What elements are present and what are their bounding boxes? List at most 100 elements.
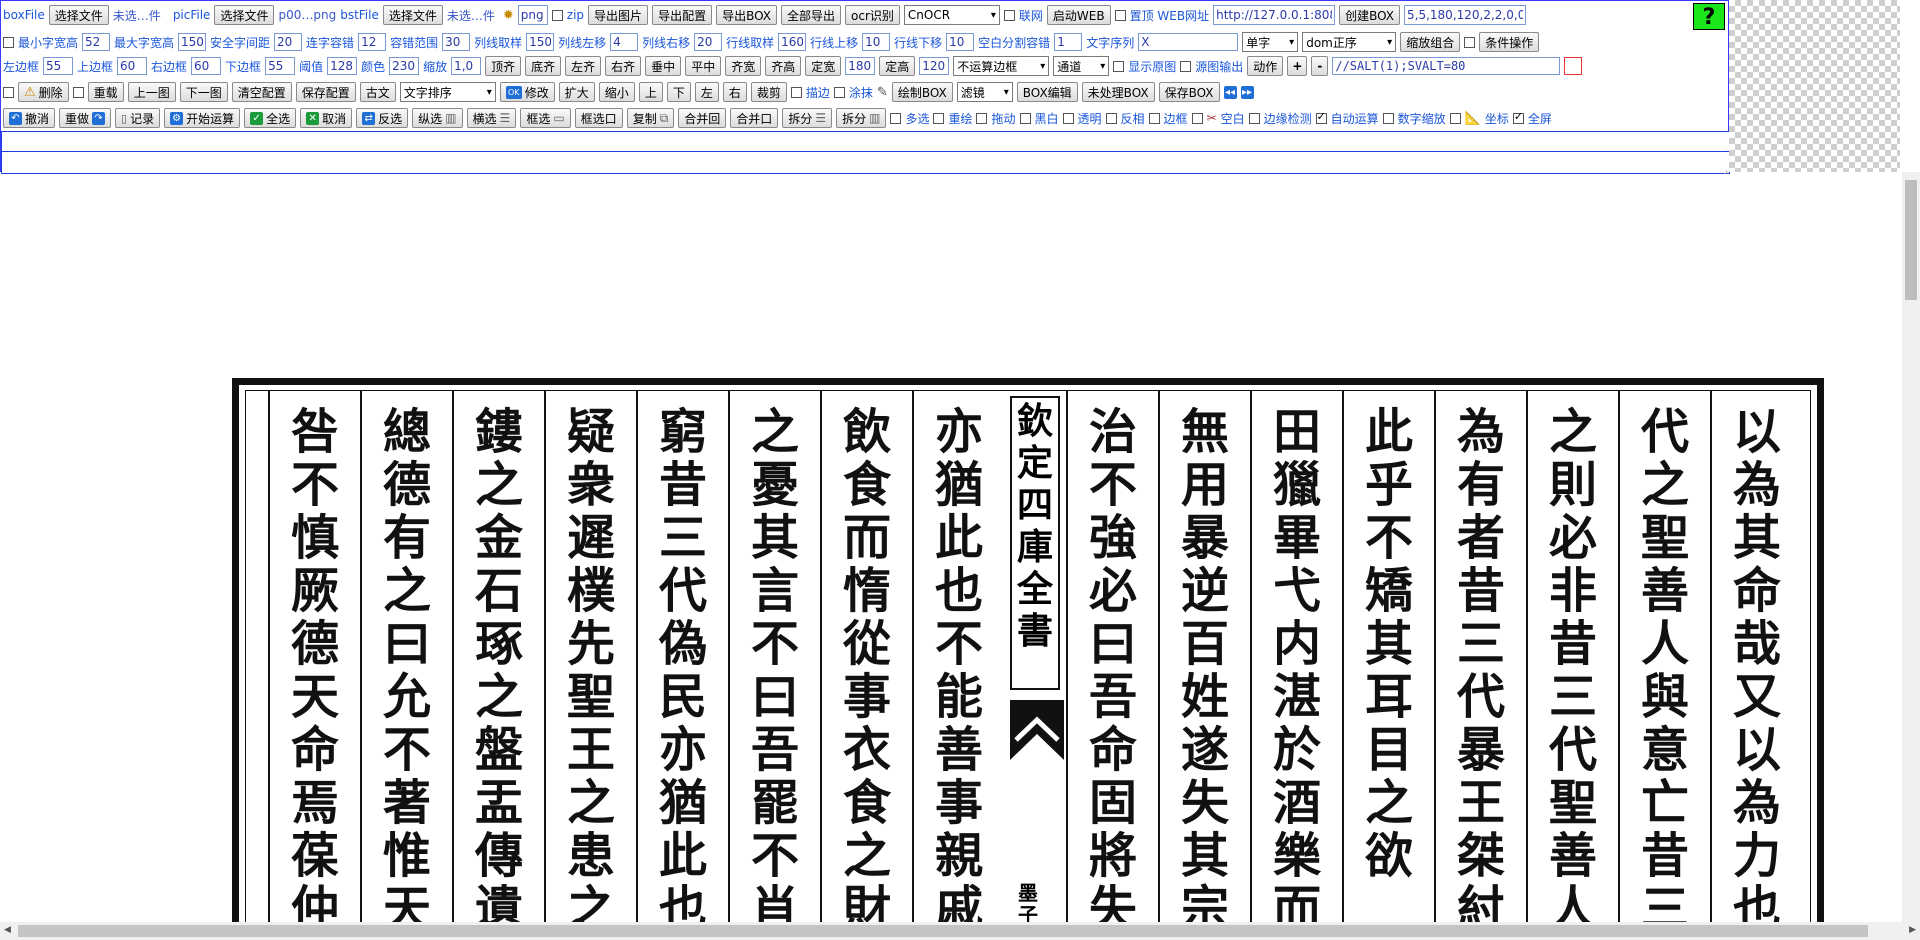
vertical-scroll-thumb[interactable] xyxy=(1905,180,1917,300)
undo-button[interactable]: ↶ 撤消 xyxy=(3,108,56,128)
clear-config-button[interactable]: 清空配置 xyxy=(231,82,292,102)
coords-checkbox[interactable] xyxy=(1449,112,1461,124)
bstfile-choose-button[interactable]: 选择文件 xyxy=(382,5,443,25)
border-checkbox[interactable] xyxy=(1148,112,1160,124)
horizontal-select-button[interactable]: 横选 ☰ xyxy=(466,108,517,128)
minus-button[interactable]: - xyxy=(1311,56,1329,76)
row-line-sample-input[interactable] xyxy=(778,33,807,51)
vertical-scrollbar[interactable] xyxy=(1902,172,1920,922)
save-box-button[interactable]: 保存BOX xyxy=(1158,82,1220,102)
top-margin-input[interactable] xyxy=(117,57,148,75)
col-line-left-input[interactable] xyxy=(610,33,639,51)
h-center-button[interactable]: 平中 xyxy=(685,56,722,76)
pencil-icon[interactable]: ✎ xyxy=(877,85,888,100)
channel-select[interactable]: 通道 xyxy=(1053,56,1110,76)
horizontal-scroll-thumb[interactable] xyxy=(18,925,1868,937)
pin-checkbox[interactable] xyxy=(1114,9,1126,21)
start-web-button[interactable]: 启动WEB xyxy=(1046,5,1111,25)
select-all-button[interactable]: ✓ 全选 xyxy=(244,108,297,128)
blank-checkbox[interactable] xyxy=(1191,112,1203,124)
move-right-button[interactable]: 右 xyxy=(722,82,747,102)
move-down-button[interactable]: 下 xyxy=(666,82,691,102)
invert-select-button[interactable]: ⇄ 反选 xyxy=(356,108,409,128)
next-arrow-icon[interactable]: ▸▸ xyxy=(1240,85,1254,99)
bw-checkbox[interactable] xyxy=(1019,112,1031,124)
enlarge-button[interactable]: 扩大 xyxy=(558,82,595,102)
ancient-text-button[interactable]: 古文 xyxy=(359,82,396,102)
box-select-button[interactable]: 框选 ▭ xyxy=(520,108,571,128)
right-margin-input[interactable] xyxy=(191,57,222,75)
text-sequence-input[interactable] xyxy=(1138,33,1239,51)
scroll-right-arrow-icon[interactable]: ▶ xyxy=(1909,925,1916,935)
split-cols-button[interactable]: 拆分 ▥ xyxy=(836,108,887,128)
color-input[interactable] xyxy=(389,57,420,75)
vertical-select-button[interactable]: 纵选 ▥ xyxy=(412,108,463,128)
show-original-checkbox[interactable] xyxy=(1113,60,1125,72)
edge-detect-checkbox[interactable] xyxy=(1248,112,1260,124)
fix-width-input[interactable] xyxy=(845,57,876,75)
color-swatch[interactable] xyxy=(1564,57,1583,75)
record-button[interactable]: ▯ 记录 xyxy=(115,108,161,128)
fix-width-button[interactable]: 定宽 xyxy=(805,56,842,76)
dom-order-select[interactable]: dom正序 xyxy=(1302,32,1397,52)
network-checkbox[interactable] xyxy=(1003,9,1015,21)
boxfile-choose-button[interactable]: 选择文件 xyxy=(48,5,109,25)
edit-checkbox[interactable] xyxy=(3,86,14,98)
multi-select-checkbox[interactable] xyxy=(890,112,902,124)
row-line-down-input[interactable] xyxy=(946,33,975,51)
fix-height-button[interactable]: 定高 xyxy=(879,56,916,76)
drag-checkbox[interactable] xyxy=(976,112,988,124)
format-field[interactable]: png xyxy=(517,5,548,25)
tol-range-input[interactable] xyxy=(442,33,471,51)
params-checkbox[interactable] xyxy=(3,36,14,48)
settings-gear-icon[interactable]: ✹ xyxy=(503,8,514,23)
align-right-button[interactable]: 右齐 xyxy=(605,56,642,76)
invert-color-checkbox[interactable] xyxy=(1105,112,1117,124)
fix-height-input[interactable] xyxy=(919,57,950,75)
fullscreen-checkbox[interactable] xyxy=(1512,110,1524,124)
export-config-button[interactable]: 导出配置 xyxy=(652,5,713,25)
blank-split-tol-input[interactable] xyxy=(1054,33,1083,51)
ocr-engine-select[interactable]: CnOCR xyxy=(903,5,1000,25)
row-line-up-input[interactable] xyxy=(862,33,891,51)
reload-checkbox[interactable] xyxy=(72,86,84,98)
ocr-recognize-button[interactable]: ocr识别 xyxy=(845,5,900,25)
text-sort-select[interactable]: 文字排序 xyxy=(399,82,496,102)
same-height-button[interactable]: 齐高 xyxy=(765,56,802,76)
link-char-tol-input[interactable] xyxy=(358,33,387,51)
help-button[interactable]: ? xyxy=(1693,3,1725,30)
border-mode-select[interactable]: 不运算边框 xyxy=(953,56,1050,76)
move-up-button[interactable]: 上 xyxy=(638,82,663,102)
transparent-checkbox[interactable] xyxy=(1062,112,1074,124)
zoom-combo-button[interactable]: 缩放组合 xyxy=(1400,32,1461,52)
zip-checkbox[interactable] xyxy=(551,9,563,21)
action-button[interactable]: 动作 xyxy=(1247,56,1284,76)
condition-op-button[interactable]: 条件操作 xyxy=(1479,32,1540,52)
save-config-button[interactable]: 保存配置 xyxy=(295,82,356,102)
create-box-button[interactable]: 创建BOX xyxy=(1339,5,1401,25)
unprocessed-box-button[interactable]: 未处理BOX xyxy=(1081,82,1155,102)
draw-box-button[interactable]: 绘制BOX xyxy=(891,82,953,102)
auto-compute-checkbox[interactable] xyxy=(1315,110,1327,124)
min-char-width-input[interactable] xyxy=(82,33,111,51)
condition-checkbox[interactable] xyxy=(1464,36,1476,48)
reload-button[interactable]: 重载 xyxy=(87,82,124,102)
safe-char-gap-input[interactable] xyxy=(274,33,303,51)
threshold-input[interactable] xyxy=(327,57,358,75)
scroll-left-arrow-icon[interactable]: ◀ xyxy=(4,925,11,935)
align-top-button[interactable]: 顶齐 xyxy=(485,56,522,76)
cancel-button[interactable]: ✕ 取消 xyxy=(300,108,353,128)
export-all-button[interactable]: 全部导出 xyxy=(781,5,842,25)
box-select-mouth-button[interactable]: 框选口 xyxy=(574,108,623,128)
scale-input[interactable] xyxy=(451,57,482,75)
prev-image-button[interactable]: 上一图 xyxy=(127,82,176,102)
left-margin-input[interactable] xyxy=(43,57,74,75)
erase-checkbox[interactable] xyxy=(833,86,845,98)
align-left-button[interactable]: 左齐 xyxy=(565,56,602,76)
export-image-button[interactable]: 导出图片 xyxy=(588,5,649,25)
filter-select[interactable]: 滤镜 xyxy=(956,82,1013,102)
single-char-select[interactable]: 单字 xyxy=(1242,32,1299,52)
digit-scale-checkbox[interactable] xyxy=(1382,112,1394,124)
redo-button[interactable]: 重做 ↷ xyxy=(59,108,112,128)
copy-button[interactable]: 复制 ⧉ xyxy=(626,108,675,128)
